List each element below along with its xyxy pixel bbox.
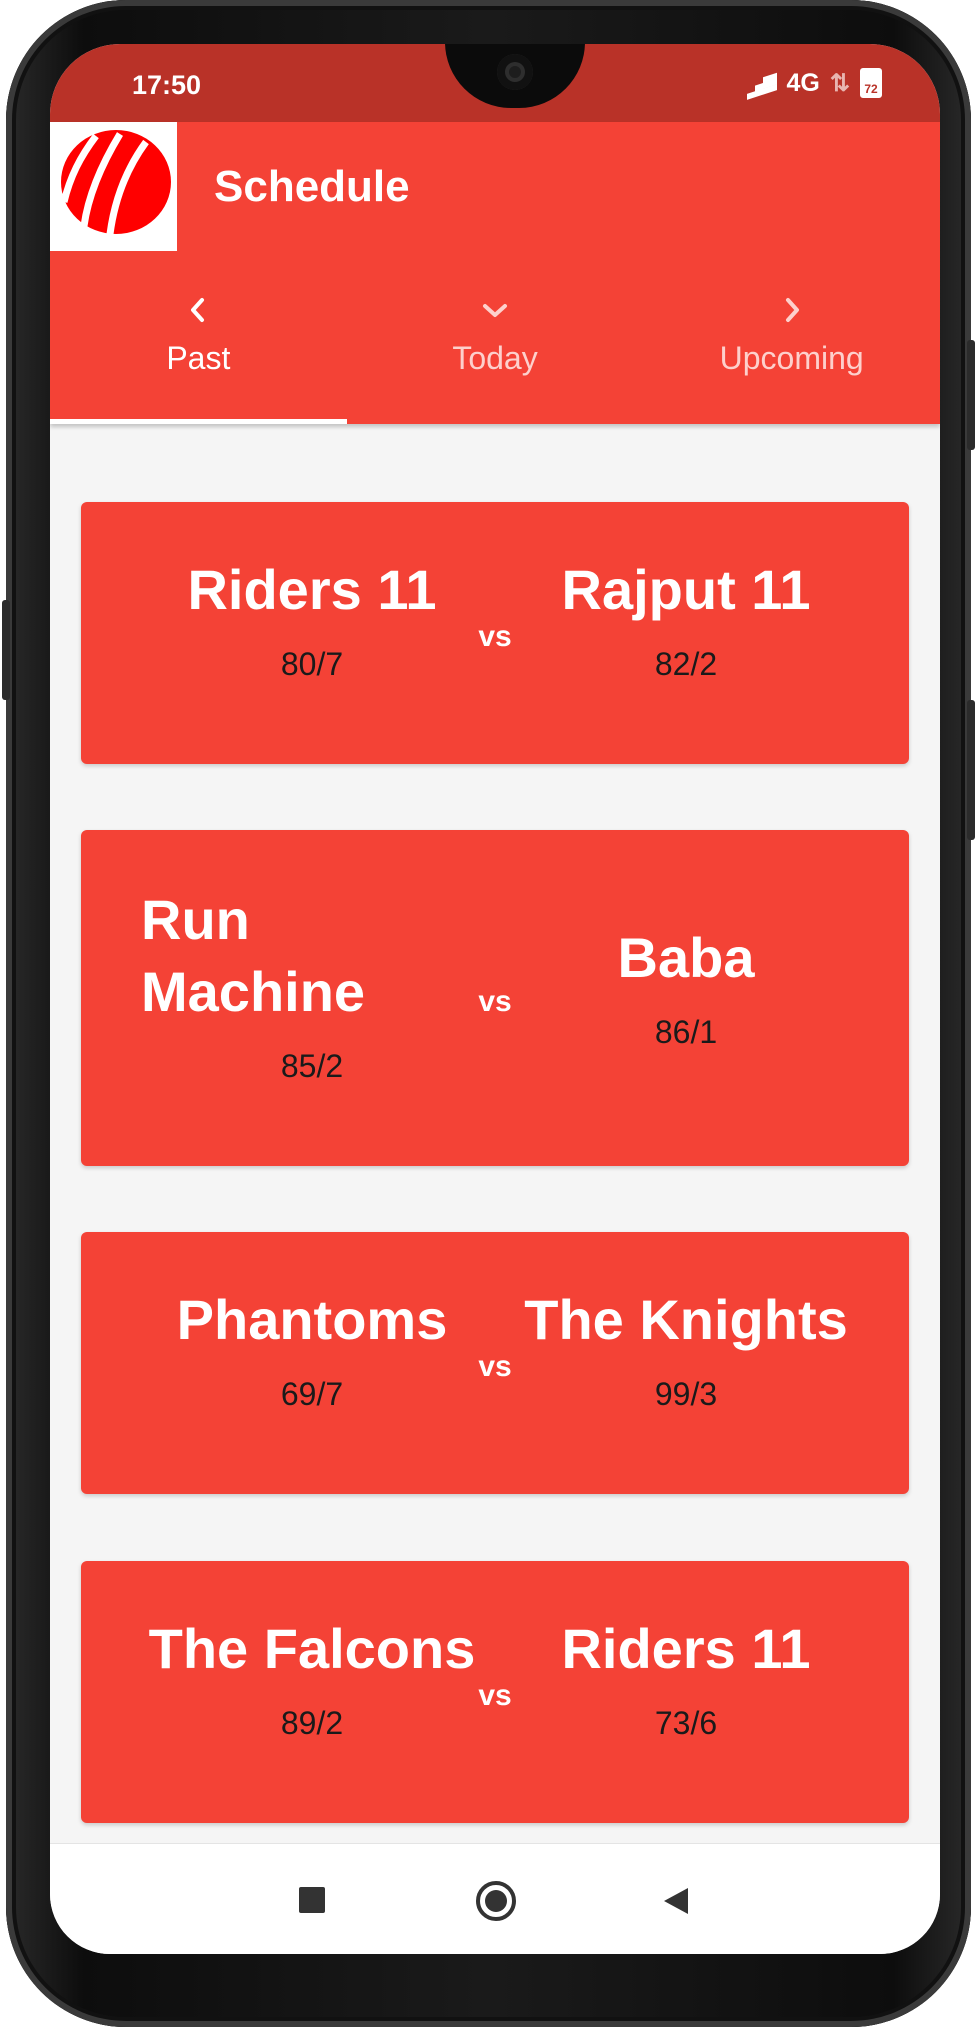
tab-label: Past	[166, 340, 231, 376]
tab-today[interactable]: Today	[347, 282, 644, 424]
chevron-down-icon	[347, 290, 644, 330]
status-time: 17:50	[132, 70, 202, 100]
signal-icon	[746, 71, 777, 100]
system-nav-bar	[50, 1843, 940, 1954]
status-bar: 17:50 4G ⇅ 72	[50, 44, 940, 122]
circle-icon[interactable]	[475, 1880, 517, 1927]
team-name: Riders 11	[561, 1617, 811, 1680]
team-home: Phantoms 69/7	[127, 1284, 497, 1413]
team-name: Run Machine	[141, 888, 366, 1023]
tab-past[interactable]: Past	[50, 282, 347, 424]
team-score: 69/7	[280, 1376, 344, 1412]
chevron-right-icon	[643, 290, 940, 330]
phone-frame: 17:50 4G ⇅ 72 Schedule Past Today Upcomi…	[2, 0, 975, 2027]
team-away: Riders 11 73/6	[501, 1613, 871, 1742]
battery-level: 72	[864, 82, 878, 96]
tab-label: Today	[452, 340, 538, 376]
tab-upcoming[interactable]: Upcoming	[643, 282, 940, 424]
battery-icon: 72	[860, 68, 882, 98]
network-label: 4G	[786, 68, 820, 97]
square-icon[interactable]	[298, 1886, 326, 1919]
notch	[445, 44, 585, 108]
match-card[interactable]: The Falcons 89/2 vs Riders 11 73/6	[81, 1561, 909, 1823]
team-score: 82/2	[654, 646, 718, 682]
match-card[interactable]: Run Machine 85/2 vs Baba 86/1	[81, 830, 909, 1166]
team-away: The Knights 99/3	[501, 1284, 871, 1413]
team-name: Rajput 11	[561, 558, 811, 621]
power-button	[967, 340, 975, 450]
page-title: Schedule	[214, 162, 410, 211]
match-card[interactable]: Phantoms 69/7 vs The Knights 99/3	[81, 1232, 909, 1494]
camera-icon	[497, 54, 533, 90]
side-button	[967, 700, 975, 840]
team-score: 73/6	[654, 1705, 718, 1741]
team-name: Riders 11	[187, 558, 437, 621]
screen: 17:50 4G ⇅ 72 Schedule Past Today Upcomi…	[50, 44, 940, 1954]
team-name: The Knights	[524, 1288, 848, 1351]
team-away: Baba 86/1	[501, 922, 871, 1051]
status-icons: 4G ⇅ 72	[746, 68, 882, 100]
triangle-back-icon[interactable]	[662, 1886, 690, 1921]
team-away: Rajput 11 82/2	[501, 554, 871, 683]
tab-label: Upcoming	[719, 340, 864, 376]
volume-button	[2, 600, 10, 700]
chevron-left-icon	[50, 290, 347, 330]
match-card[interactable]: Riders 11 80/7 vs Rajput 11 82/2	[81, 502, 909, 764]
team-score: 89/2	[280, 1705, 344, 1741]
tab-bar: Past Today Upcoming	[50, 282, 940, 424]
team-home: The Falcons 89/2	[127, 1613, 497, 1742]
tab-indicator	[50, 419, 347, 424]
team-name: Phantoms	[176, 1288, 448, 1351]
team-home: Riders 11 80/7	[127, 554, 497, 683]
team-score: 86/1	[654, 1014, 718, 1050]
team-name: The Falcons	[148, 1617, 476, 1680]
team-score: 85/2	[280, 1048, 344, 1084]
team-name: Baba	[617, 926, 755, 989]
data-activity-icon: ⇅	[829, 69, 850, 97]
team-score: 99/3	[654, 1376, 718, 1412]
team-home: Run Machine 85/2	[127, 884, 497, 1085]
team-score: 80/7	[280, 646, 344, 682]
cricket-ball-logo	[50, 122, 177, 251]
app-bar: Schedule Past Today Upcoming	[50, 122, 940, 424]
